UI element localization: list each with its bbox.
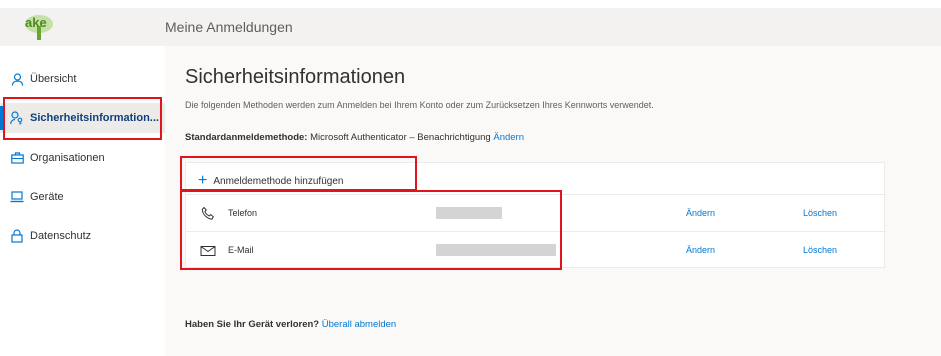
default-method-value: Microsoft Authenticator – Benachrichtigu… bbox=[310, 132, 491, 143]
plus-icon: + bbox=[198, 172, 208, 189]
default-method-line: Standardanmeldemethode: Microsoft Authen… bbox=[185, 132, 524, 143]
briefcase-icon bbox=[10, 151, 24, 165]
change-link[interactable]: Ändern bbox=[686, 245, 715, 255]
sidebar-item-security-info[interactable]: Sicherheitsinformation... bbox=[0, 103, 165, 133]
redacted-value bbox=[436, 207, 502, 219]
page-title: Sicherheitsinformationen bbox=[185, 66, 406, 88]
sidebar-item-devices[interactable]: Geräte bbox=[0, 182, 165, 212]
logo-text: ake bbox=[25, 15, 47, 30]
lost-device-line: Haben Sie Ihr Gerät verloren? Überall ab… bbox=[185, 319, 396, 330]
delete-link[interactable]: Löschen bbox=[803, 245, 837, 255]
redacted-value bbox=[436, 244, 556, 256]
method-row-email: E-Mail Ändern Löschen bbox=[186, 231, 886, 268]
add-method-label: Anmeldemethode hinzufügen bbox=[213, 175, 344, 187]
lost-device-label: Haben Sie Ihr Gerät verloren? bbox=[185, 319, 320, 330]
lock-icon bbox=[10, 229, 24, 243]
sidebar-item-label: Organisationen bbox=[30, 152, 105, 164]
sidebar-item-organizations[interactable]: Organisationen bbox=[0, 143, 165, 173]
person-key-icon bbox=[10, 111, 24, 125]
sidebar-item-label: Datenschutz bbox=[30, 230, 92, 242]
header-title: Meine Anmeldungen bbox=[165, 19, 293, 35]
add-method-button[interactable]: + Anmeldemethode hinzufügen bbox=[198, 171, 343, 191]
sidebar-item-label: Sicherheitsinformation... bbox=[30, 112, 159, 124]
sidebar-item-privacy[interactable]: Datenschutz bbox=[0, 221, 165, 251]
person-icon bbox=[10, 72, 24, 86]
method-row-phone: Telefon Ändern Löschen bbox=[186, 194, 886, 231]
sidebar-item-label: Übersicht bbox=[30, 73, 77, 85]
default-method-change-link[interactable]: Ändern bbox=[493, 132, 524, 143]
sidebar-item-label: Geräte bbox=[30, 191, 64, 203]
default-method-label: Standardanmeldemethode: bbox=[185, 132, 308, 143]
method-label: Telefon bbox=[228, 208, 258, 218]
laptop-icon bbox=[10, 190, 24, 204]
main-content: Sicherheitsinformationen Die folgenden M… bbox=[165, 46, 941, 356]
methods-card: + Anmeldemethode hinzufügen Telefon Ände… bbox=[185, 162, 886, 268]
phone-icon bbox=[200, 206, 216, 222]
sidebar: Übersicht Sicherheitsinformation... Orga… bbox=[0, 46, 165, 356]
top-header: ake Meine Anmeldungen bbox=[0, 8, 941, 46]
change-link[interactable]: Ändern bbox=[686, 208, 715, 218]
page-description: Die folgenden Methoden werden zum Anmeld… bbox=[185, 100, 654, 110]
logo-icon: ake bbox=[25, 15, 53, 40]
company-logo[interactable]: ake bbox=[0, 8, 165, 46]
delete-link[interactable]: Löschen bbox=[803, 208, 837, 218]
method-label: E-Mail bbox=[228, 245, 254, 255]
sidebar-item-overview[interactable]: Übersicht bbox=[0, 64, 165, 94]
mail-icon bbox=[200, 243, 216, 259]
sign-out-everywhere-link[interactable]: Überall abmelden bbox=[322, 319, 396, 330]
